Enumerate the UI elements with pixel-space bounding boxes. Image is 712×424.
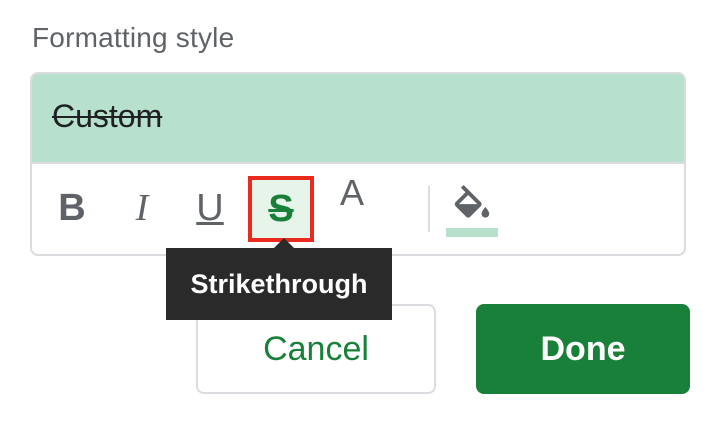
done-button[interactable]: Done — [476, 304, 690, 394]
formatting-toolbar: B I U S A — [32, 162, 684, 254]
text-color-button[interactable]: A — [330, 162, 374, 254]
tooltip-arrow — [274, 238, 294, 248]
strikethrough-button[interactable]: S — [248, 176, 314, 242]
toolbar-divider — [428, 186, 430, 232]
underline-button[interactable]: U — [188, 162, 232, 254]
italic-button[interactable]: I — [120, 162, 164, 254]
paint-bucket-icon — [454, 185, 490, 218]
formatting-style-box[interactable]: Custom B I U S A — [30, 72, 686, 256]
fill-color-swatch — [446, 228, 498, 237]
style-preview-text: Custom — [52, 98, 163, 134]
formatting-style-label: Formatting style — [32, 22, 235, 53]
strikethrough-tooltip: Strikethrough — [166, 248, 392, 320]
style-preview[interactable]: Custom — [32, 74, 684, 164]
fill-color-button[interactable] — [444, 162, 500, 254]
bold-button[interactable]: B — [50, 162, 94, 254]
